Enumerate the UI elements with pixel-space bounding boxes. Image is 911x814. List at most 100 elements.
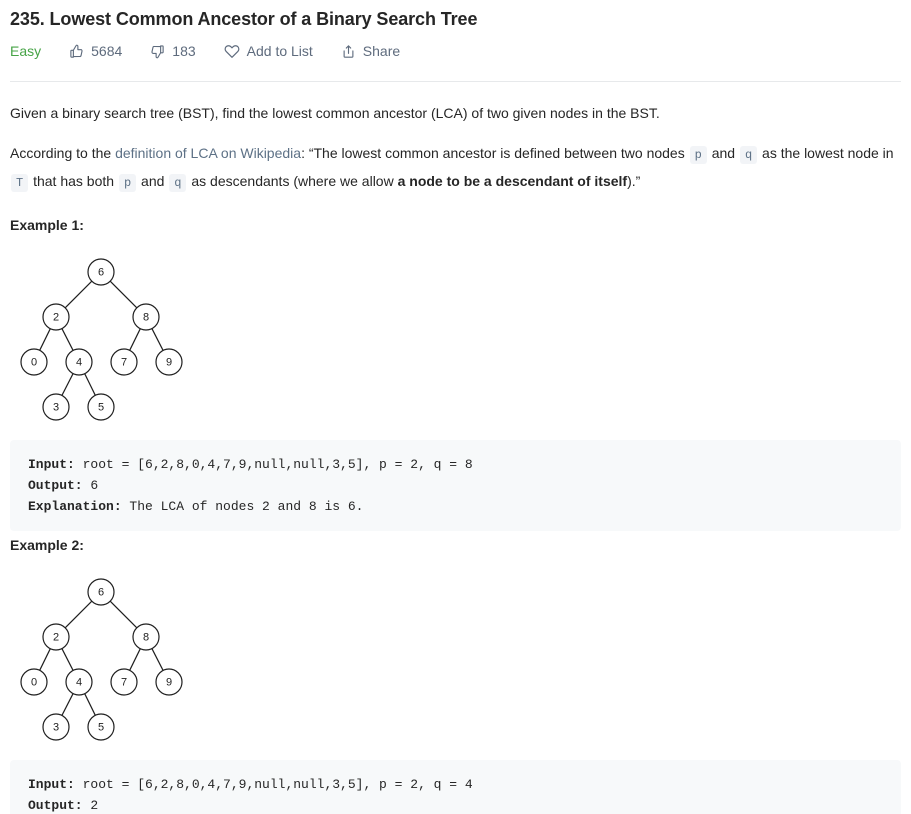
bst-diagram-2: 6 2 8 0 4 7 9 3 5: [20, 578, 183, 741]
tree-edge: [129, 648, 141, 671]
likes-count: 5684: [91, 43, 123, 59]
add-to-list-label: Add to List: [246, 43, 313, 59]
example-1-output-value: 6: [82, 478, 99, 493]
p2-seg-lowest: as the lowest node in: [758, 145, 894, 161]
p2-bold-phrase: a node to be a descendant of itself: [397, 173, 628, 189]
example-2-code-wrap: Input: root = [6,2,8,0,4,7,9,null,null,3…: [10, 760, 901, 814]
example-1-figure: 6 2 8 0 4 7 9 3 5: [14, 252, 214, 427]
page-title: 235. Lowest Common Ancestor of a Binary …: [10, 9, 478, 29]
tree-edge: [84, 373, 96, 396]
tree-edge: [151, 328, 164, 351]
example-2-codeblock: Input: root = [6,2,8,0,4,7,9,null,null,3…: [10, 760, 901, 814]
inline-code-q: q: [739, 146, 758, 164]
tree-node-label: 6: [98, 587, 104, 599]
dislikes-button[interactable]: 183: [150, 43, 196, 59]
tree-node: 7: [110, 668, 138, 696]
bst-diagram-1: 6 2 8 0 4 7 9 3 5: [20, 258, 183, 421]
tree-edge: [39, 328, 51, 351]
example-2-heading-wrap: Example 2:: [10, 537, 84, 553]
example-1-output-label: Output:: [28, 478, 83, 493]
heart-icon: [224, 43, 240, 59]
tree-node-label: 4: [76, 357, 82, 369]
tree-edge: [109, 600, 138, 629]
tree-node-label: 5: [98, 402, 104, 414]
tree-node: 9: [155, 668, 183, 696]
example-1-codeblock: Input: root = [6,2,8,0,4,7,9,null,null,3…: [10, 440, 901, 531]
share-label: Share: [362, 43, 401, 59]
example-2-figure: 6 2 8 0 4 7 9 3 5: [14, 572, 214, 747]
dislikes-count: 183: [172, 43, 196, 59]
inline-code-p-2: p: [118, 174, 137, 192]
p2-seg-hasboth: that has both: [29, 173, 118, 189]
example-2-heading: Example 2:: [10, 537, 84, 553]
tree-node: 6: [87, 258, 115, 286]
tree-node-label: 3: [53, 402, 59, 414]
p2-text-after-link: : “The lowest common ancestor is defined…: [301, 145, 689, 161]
tree-node-label: 0: [31, 677, 37, 689]
p2-text-before-link: According to the: [10, 145, 116, 161]
example-1-explanation-label: Explanation:: [28, 499, 122, 514]
tree-edge: [109, 280, 138, 309]
tree-node: 0: [20, 348, 48, 376]
example-1-input-value: root = [6,2,8,0,4,7,9,null,null,3,5], p …: [74, 457, 473, 472]
tree-edge: [61, 373, 74, 396]
tree-node: 2: [42, 623, 70, 651]
share-icon: [341, 44, 356, 59]
inline-code-t: T: [11, 174, 29, 192]
tree-node-label: 7: [121, 677, 127, 689]
inline-code-p: p: [689, 146, 707, 164]
tree-node-label: 9: [166, 357, 172, 369]
problem-meta-row: Easy 5684 183 Add to List Share: [10, 36, 901, 66]
p2-end: ).”: [627, 173, 641, 189]
tree-node: 4: [65, 348, 93, 376]
tree-node-label: 2: [53, 632, 59, 644]
add-to-list-button[interactable]: Add to List: [224, 43, 313, 59]
tree-node: 5: [87, 393, 115, 421]
tree-node-label: 0: [31, 357, 37, 369]
difficulty-badge: Easy: [10, 43, 42, 59]
tree-edge: [61, 693, 74, 716]
example-1-explanation-value: The LCA of nodes 2 and 8 is 6.: [121, 499, 364, 514]
thumbs-down-icon: [150, 44, 165, 59]
tree-edge: [61, 648, 74, 671]
tree-node: 9: [155, 348, 183, 376]
tree-node-label: 5: [98, 722, 104, 734]
tree-edge: [61, 328, 74, 351]
wikipedia-lca-link[interactable]: definition of LCA on Wikipedia: [115, 145, 301, 161]
example-1-input-label: Input:: [28, 457, 75, 472]
example-1-heading: Example 1:: [10, 217, 84, 233]
tree-node: 2: [42, 303, 70, 331]
tree-node: 3: [42, 393, 70, 421]
tree-edge: [39, 648, 51, 671]
tree-edge: [151, 648, 164, 671]
tree-node: 3: [42, 713, 70, 741]
tree-edge: [64, 600, 93, 629]
tree-node: 4: [65, 668, 93, 696]
p2-seg-descendants: as descendants (where we allow: [187, 173, 398, 189]
tree-node-label: 4: [76, 677, 82, 689]
tree-node-label: 3: [53, 722, 59, 734]
example-2-input-label: Input:: [28, 777, 75, 792]
inline-code-q-2: q: [169, 174, 187, 192]
share-button[interactable]: Share: [341, 43, 400, 59]
tree-node-label: 8: [143, 312, 149, 324]
likes-button[interactable]: 5684: [69, 43, 122, 59]
tree-node: 0: [20, 668, 48, 696]
tree-edge: [84, 693, 96, 716]
example-1-heading-wrap: Example 1:: [10, 217, 84, 233]
example-2-input-value: root = [6,2,8,0,4,7,9,null,null,3,5], p …: [74, 777, 473, 792]
tree-edge: [129, 328, 141, 351]
tree-edge: [64, 280, 93, 309]
p2-and-1: and: [707, 145, 739, 161]
tree-node: 8: [132, 623, 160, 651]
tree-node-label: 6: [98, 267, 104, 279]
p2-and-2: and: [137, 173, 169, 189]
description-paragraph-1: Given a binary search tree (BST), find t…: [10, 105, 660, 121]
tree-node-label: 2: [53, 312, 59, 324]
example-2-output-label: Output:: [28, 798, 83, 813]
thumbs-up-icon: [69, 44, 84, 59]
tree-node-label: 7: [121, 357, 127, 369]
example-2-output-value: 2: [82, 798, 99, 813]
tree-node: 7: [110, 348, 138, 376]
example-1-code-wrap: Input: root = [6,2,8,0,4,7,9,null,null,3…: [10, 440, 901, 531]
